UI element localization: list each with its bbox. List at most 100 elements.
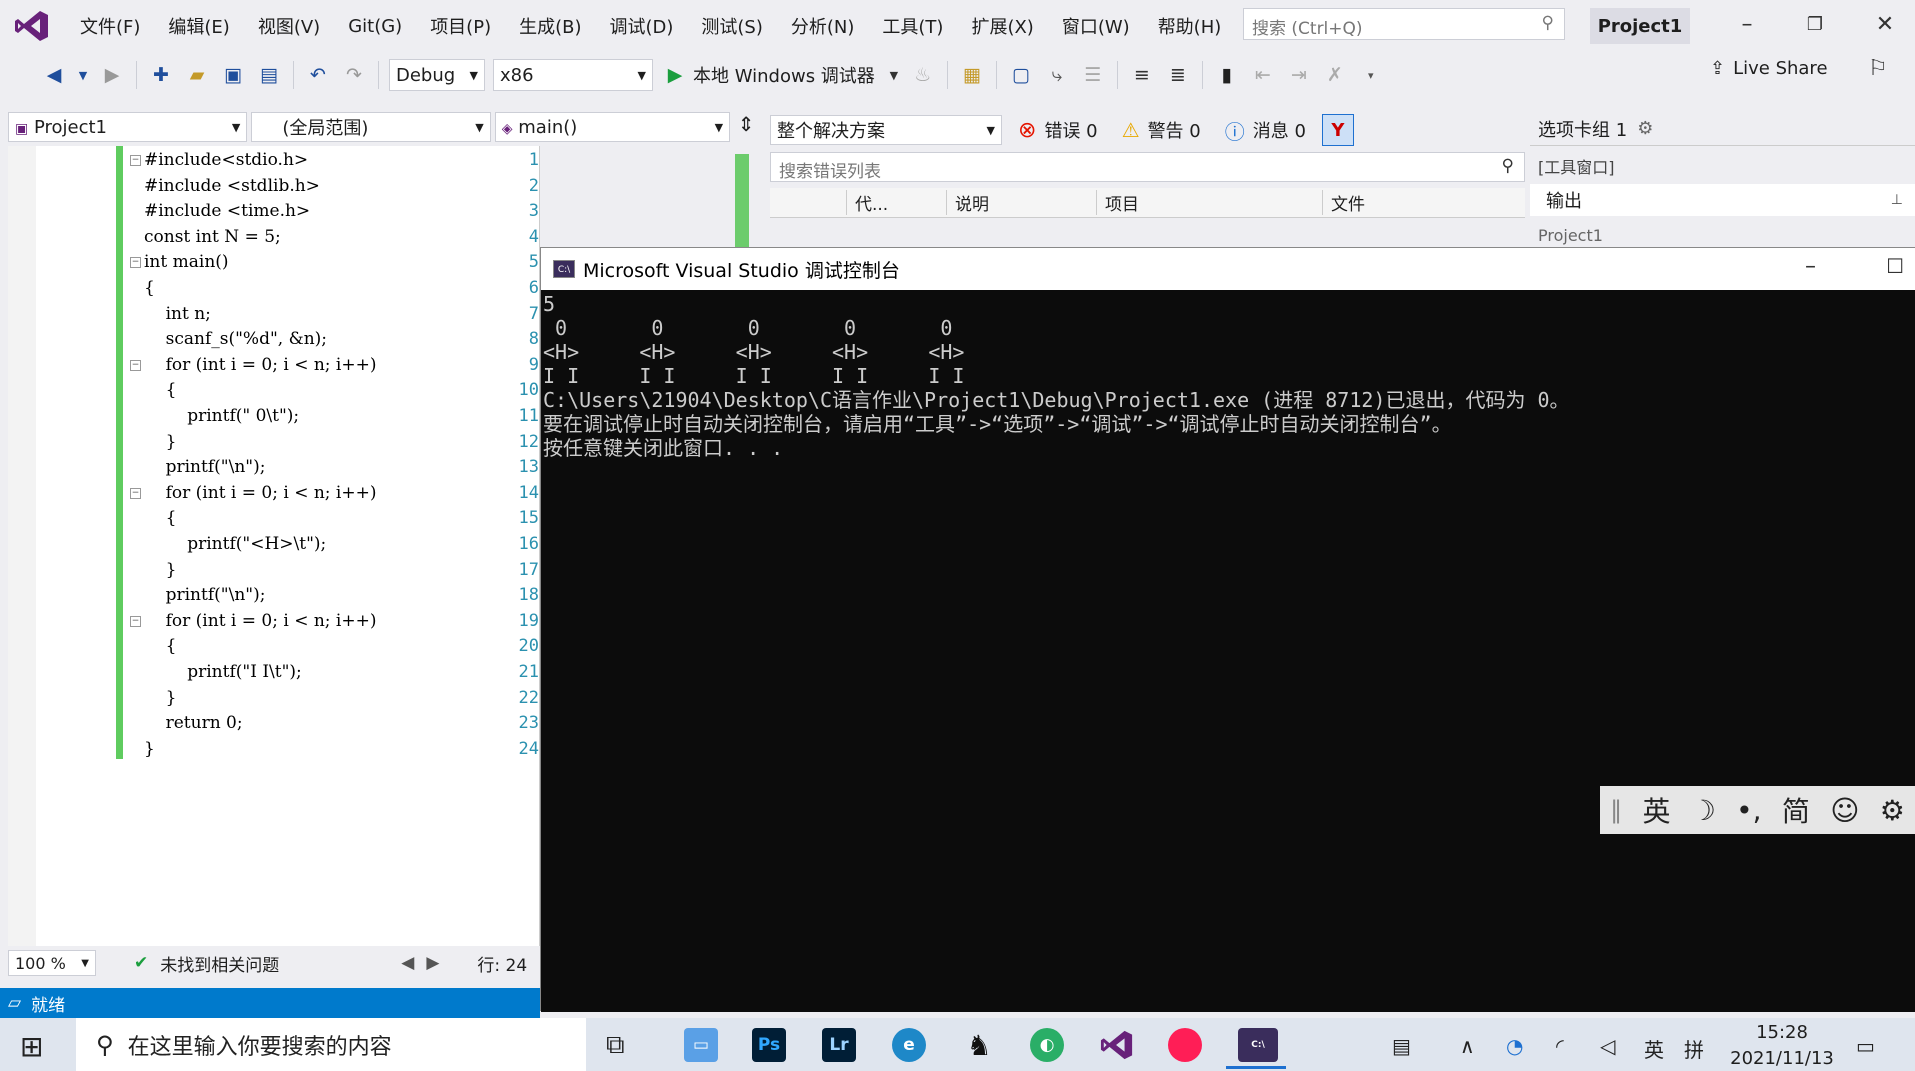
code-line[interactable]: for (int i = 0; i < n; i++) <box>144 611 377 631</box>
fold-toggle-icon[interactable]: − <box>130 359 141 371</box>
code-line[interactable]: { <box>144 278 155 298</box>
code-line[interactable]: const int N = 5; <box>144 227 281 247</box>
code-line[interactable]: printf("\n"); <box>144 457 266 477</box>
screenshot-icon[interactable]: ▢ <box>1008 62 1034 88</box>
photoshop-icon[interactable]: Ps <box>752 1028 786 1062</box>
notification-icon[interactable]: ▭ <box>1856 1034 1875 1058</box>
live-share-button[interactable]: ⇪ Live Share <box>1710 58 1828 79</box>
clock-date[interactable]: 2021/11/13 <box>1728 1048 1836 1069</box>
console-minimize-button[interactable]: – <box>1805 254 1816 279</box>
comment-icon[interactable]: ≡ <box>1129 62 1155 88</box>
console-task-icon[interactable]: C:\ <box>1238 1028 1278 1062</box>
debugger-button[interactable]: 本地 Windows 调试器 <box>693 62 875 88</box>
save-all-icon[interactable]: ▤ <box>256 62 282 88</box>
clear-bookmarks-icon[interactable]: ✗ <box>1322 62 1348 88</box>
news-icon[interactable]: ▤ <box>1392 1034 1411 1058</box>
project-item[interactable]: Project1 <box>1530 226 1915 245</box>
menu-extensions[interactable]: 扩展(X) <box>957 13 1047 39</box>
menu-build[interactable]: 生成(B) <box>505 13 595 39</box>
code-line[interactable]: #include <time.h> <box>144 201 310 221</box>
menu-view[interactable]: 视图(V) <box>244 13 334 39</box>
start-debug-icon[interactable]: ▶ <box>662 62 688 88</box>
errors-filter-button[interactable]: ⊗ 错误 0 <box>1010 117 1106 143</box>
code-line[interactable]: scanf_s("%d", &n); <box>144 329 327 349</box>
project-dropdown[interactable]: ▣ Project1 ▼ <box>8 112 248 142</box>
tray-ime[interactable]: 拼 <box>1684 1034 1704 1063</box>
zoom-dropdown[interactable]: 100 % ▼ <box>8 950 96 976</box>
code-line[interactable]: } <box>144 560 177 580</box>
menu-window[interactable]: 窗口(W) <box>1048 13 1144 39</box>
error-scope-dropdown[interactable]: 整个解决方案 ▼ <box>770 115 1002 145</box>
hot-reload-icon[interactable]: ♨ <box>910 62 936 88</box>
col-description[interactable]: 说明 <box>946 190 1096 215</box>
next-bookmark-icon[interactable]: ⇥ <box>1286 62 1312 88</box>
code-line[interactable]: printf(" 0\t"); <box>144 406 299 426</box>
step-icon[interactable]: ⤷ <box>1044 62 1070 88</box>
toolbar-overflow-icon[interactable]: ▾ <box>1358 62 1384 88</box>
redo-icon[interactable]: ↷ <box>341 62 367 88</box>
wechat-icon[interactable]: ◐ <box>1030 1028 1064 1062</box>
prev-bookmark-icon[interactable]: ⇤ <box>1250 62 1276 88</box>
build-intellisense-filter-icon[interactable]: Y <box>1321 114 1354 146</box>
function-dropdown[interactable]: ◈ main() ▼ <box>494 112 731 142</box>
pin-icon[interactable]: ⊥ <box>1891 192 1903 208</box>
back-icon[interactable]: ◀ <box>41 62 67 88</box>
align-icon[interactable]: ☰ <box>1080 62 1106 88</box>
code-line[interactable]: } <box>144 739 155 759</box>
output-item[interactable]: 输出 <box>1546 187 1582 213</box>
warnings-filter-button[interactable]: ⚠ 警告 0 <box>1114 117 1209 143</box>
open-folder-icon[interactable]: ▰ <box>184 62 210 88</box>
code-line[interactable]: printf("I I\t"); <box>144 662 302 682</box>
bookmark-icon[interactable]: ▮ <box>1214 62 1240 88</box>
this-pc-icon[interactable]: ▭ <box>684 1028 718 1062</box>
code-line[interactable]: for (int i = 0; i < n; i++) <box>144 355 377 375</box>
fold-toggle-icon[interactable]: − <box>130 257 141 269</box>
volume-icon[interactable]: ◁ <box>1600 1034 1615 1058</box>
close-button[interactable]: ✕ <box>1860 6 1910 42</box>
menu-help[interactable]: 帮助(H) <box>1144 13 1236 39</box>
code-line[interactable]: } <box>144 688 177 708</box>
minimize-button[interactable]: – <box>1722 6 1772 42</box>
prev-issue-icon[interactable]: ◀ <box>401 953 414 973</box>
menu-tools[interactable]: 工具(T) <box>868 13 957 39</box>
lightroom-icon[interactable]: Lr <box>822 1028 856 1062</box>
feedback-icon[interactable]: ⚐ <box>1868 56 1888 81</box>
fold-toggle-icon[interactable]: − <box>130 615 141 627</box>
browse-folder-icon[interactable]: ▦ <box>959 62 985 88</box>
col-project[interactable]: 项目 <box>1096 190 1322 215</box>
debugger-dropdown-icon[interactable]: ▼ <box>888 62 900 88</box>
console-title-bar[interactable]: C:\ Microsoft Visual Studio 调试控制台 – ☐ <box>541 248 1915 290</box>
code-line[interactable]: #include<stdio.h> <box>144 150 308 170</box>
code-editor[interactable]: #include<stdio.h> #include <stdlib.h> #inc… <box>8 146 749 946</box>
error-search-input[interactable]: 搜索错误列表 ⚲ <box>770 152 1525 182</box>
edge-icon[interactable]: e <box>892 1028 926 1062</box>
emoji-icon[interactable]: ☺ <box>1830 794 1859 827</box>
code-line[interactable]: #include <stdlib.h> <box>144 176 320 196</box>
menu-file[interactable]: 文件(F) <box>66 13 154 39</box>
tab-group-label[interactable]: 选项卡组 1 <box>1538 116 1627 142</box>
global-search-input[interactable]: 搜索 (Ctrl+Q) ⚲ <box>1243 8 1565 40</box>
code-line[interactable]: return 0; <box>144 713 243 733</box>
restore-button[interactable]: ❐ <box>1790 6 1840 42</box>
uncomment-icon[interactable]: ≣ <box>1165 62 1191 88</box>
code-line[interactable]: for (int i = 0; i < n; i++) <box>144 483 377 503</box>
code-line[interactable]: int n; <box>144 304 211 324</box>
code-line[interactable]: printf("<H>\t"); <box>144 534 326 554</box>
fold-toggle-icon[interactable]: − <box>130 487 141 499</box>
clock-app-icon[interactable]: ◔ <box>1506 1034 1523 1058</box>
fold-toggle-icon[interactable]: − <box>130 155 141 166</box>
debug-console-window[interactable]: C:\ Microsoft Visual Studio 调试控制台 – ☐ 5 … <box>540 247 1915 1012</box>
ime-mode-toggle[interactable]: 简 <box>1782 790 1810 830</box>
gear-icon[interactable]: ⚙ <box>1880 794 1905 827</box>
windows-start-icon[interactable]: ⊞ <box>20 1030 43 1063</box>
new-project-icon[interactable]: ✚ <box>148 62 174 88</box>
platform-dropdown[interactable]: x86 ▼ <box>493 59 653 91</box>
save-icon[interactable]: ▣ <box>220 62 246 88</box>
tray-lang[interactable]: 英 <box>1644 1034 1664 1063</box>
menu-edit[interactable]: 编辑(E) <box>154 13 243 39</box>
menu-test[interactable]: 测试(S) <box>687 13 776 39</box>
messages-filter-button[interactable]: ⓘ 消息 0 <box>1217 116 1314 145</box>
moon-icon[interactable]: ☽ <box>1691 794 1716 827</box>
menu-analyze[interactable]: 分析(N) <box>777 13 869 39</box>
menu-debug[interactable]: 调试(D) <box>596 13 688 39</box>
